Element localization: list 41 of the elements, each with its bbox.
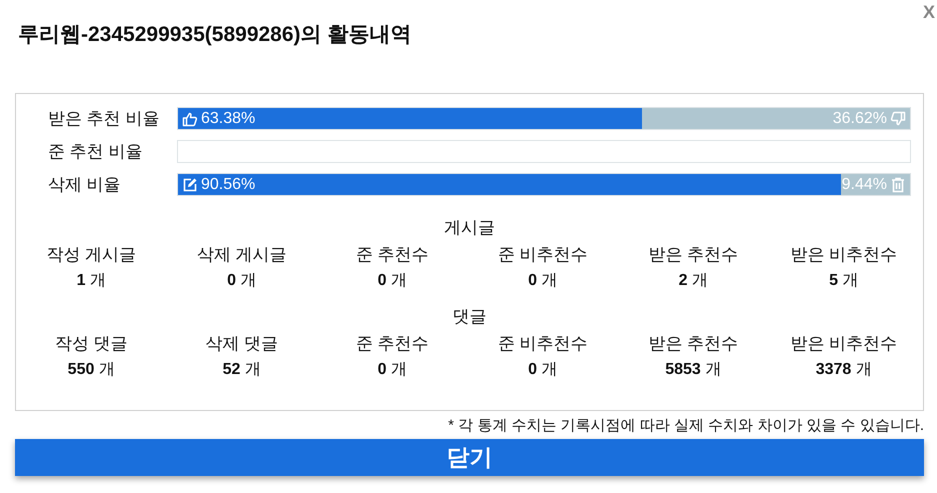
ratio-percent: 63.38% <box>201 110 256 128</box>
stat-value: 2 개 <box>678 271 708 291</box>
stat-label: 받은 추천수 <box>648 333 738 355</box>
section-title: 게시글 <box>443 217 496 239</box>
thumbs-up-icon <box>182 110 198 126</box>
stat-label: 작성 댓글 <box>54 333 128 355</box>
stat-label: 삭제 게시글 <box>196 244 287 266</box>
stat-label: 준 추천수 <box>356 244 429 266</box>
stat-value: 0 개 <box>528 271 558 291</box>
stat-label: 받은 비추천수 <box>790 333 898 355</box>
thumbs-down-icon <box>890 110 906 126</box>
dialog-title: 루리웹-2345299935(5899286)의 활동내역 <box>18 22 412 48</box>
stat-value: 52 개 <box>222 360 261 380</box>
footnote: * 각 통계 수치는 기록시점에 따라 실제 수치와 차이가 있을 수 있습니다. <box>447 416 924 435</box>
section-title: 댓글 <box>452 306 488 328</box>
stat-label: 받은 비추천수 <box>790 244 898 266</box>
close-button[interactable]: X <box>920 2 937 23</box>
stat-value: 1 개 <box>76 271 106 291</box>
stat-label: 준 비추천수 <box>498 244 588 266</box>
stat-value: 0 개 <box>378 360 407 380</box>
ratio-percent: 90.56% <box>201 176 256 194</box>
ratio-percent: 9.44% <box>842 176 887 194</box>
stat-value: 5 개 <box>829 271 858 291</box>
stat-label: 삭제 댓글 <box>205 333 278 355</box>
stat-label: 작성 게시글 <box>46 244 136 266</box>
close-button[interactable]: 닫기 <box>15 439 924 476</box>
ratio-label: 받은 추천 비율 <box>48 108 160 130</box>
ratio-label: 준 추천 비율 <box>48 141 144 163</box>
ratio-percent: 36.62% <box>832 110 887 128</box>
ratio-label: 삭제 비율 <box>48 174 122 196</box>
edit-icon <box>182 176 198 192</box>
stat-value: 0 개 <box>528 360 558 380</box>
stat-value: 5853 개 <box>665 360 722 380</box>
stat-label: 준 추천수 <box>356 333 429 355</box>
trash-icon <box>890 176 906 192</box>
stat-label: 받은 추천수 <box>648 244 738 266</box>
stat-value: 3378 개 <box>816 360 872 380</box>
stat-value: 0 개 <box>227 271 256 291</box>
stat-value: 0 개 <box>378 271 407 291</box>
stat-label: 준 비추천수 <box>498 333 588 355</box>
stat-value: 550 개 <box>68 360 115 380</box>
